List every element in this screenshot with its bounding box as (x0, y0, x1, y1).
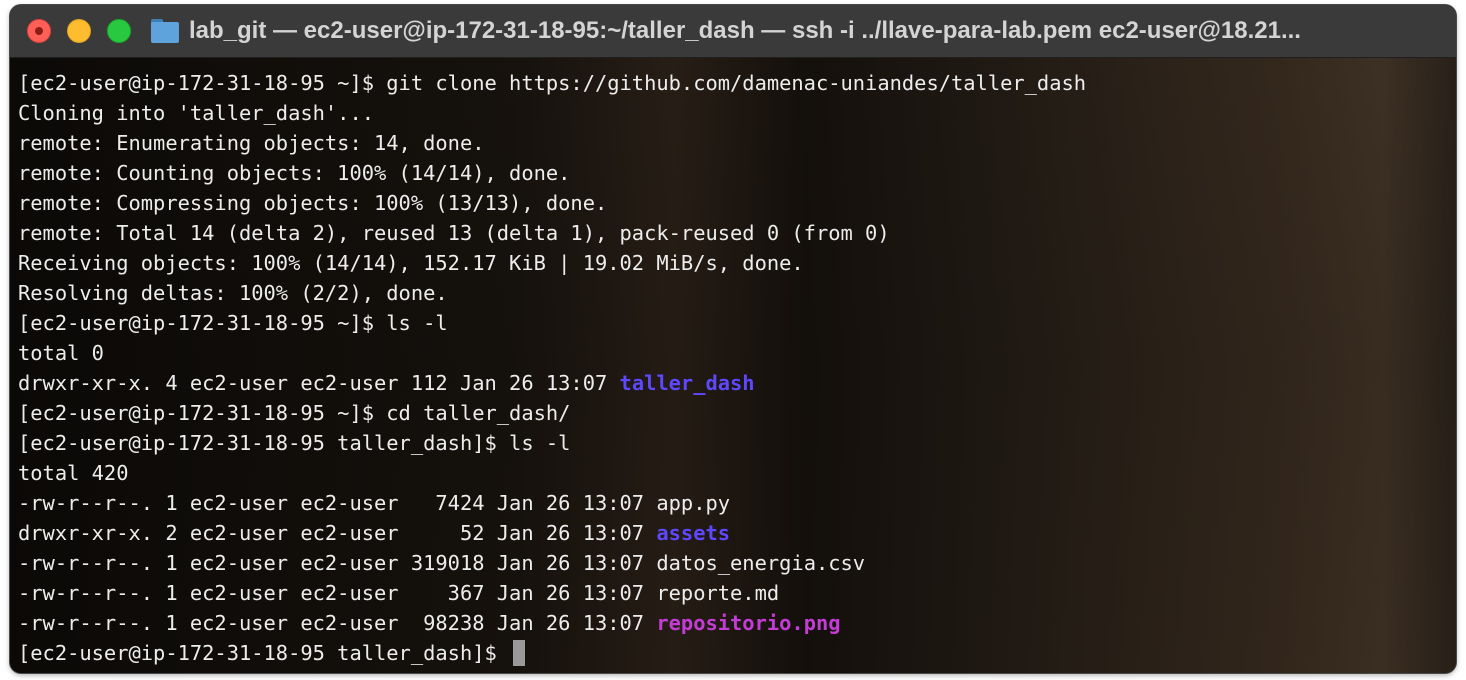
terminal-line: drwxr-xr-x. 4 ec2-user ec2-user 112 Jan … (18, 368, 1086, 398)
file-name: datos_energia.csv (656, 551, 866, 575)
terminal-line: -rw-r--r--. 1 ec2-user ec2-user 319018 J… (18, 548, 1086, 578)
terminal-output-area[interactable]: [ec2-user@ip-172-31-18-95 ~]$ git clone … (10, 58, 1456, 673)
close-button[interactable] (27, 19, 51, 43)
folder-icon (151, 19, 179, 43)
terminal-lines: [ec2-user@ip-172-31-18-95 ~]$ git clone … (18, 68, 1086, 668)
file-listing-details: drwxr-xr-x. 4 ec2-user ec2-user 112 Jan … (18, 371, 620, 395)
terminal-line: remote: Compressing objects: 100% (13/13… (18, 191, 608, 215)
file-name: app.py (656, 491, 731, 515)
file-listing-details: -rw-r--r--. 1 ec2-user ec2-user 98238 Ja… (18, 611, 657, 635)
maximize-button[interactable] (107, 19, 131, 43)
terminal-line: remote: Counting objects: 100% (14/14), … (18, 161, 571, 185)
window-title: lab_git — ec2-user@ip-172-31-18-95:~/tal… (189, 17, 1301, 44)
terminal-line: remote: Total 14 (delta 2), reused 13 (d… (18, 221, 890, 245)
terminal-window: lab_git — ec2-user@ip-172-31-18-95:~/tal… (10, 5, 1456, 673)
file-listing-details: -rw-r--r--. 1 ec2-user ec2-user 7424 Jan… (18, 491, 657, 515)
terminal-line: [ec2-user@ip-172-31-18-95 taller_dash]$ … (18, 431, 571, 455)
terminal-line: [ec2-user@ip-172-31-18-95 ~]$ cd taller_… (18, 401, 571, 425)
title-bar[interactable]: lab_git — ec2-user@ip-172-31-18-95:~/tal… (10, 5, 1456, 58)
terminal-line: [ec2-user@ip-172-31-18-95 ~]$ ls -l (18, 311, 448, 335)
terminal-line: Cloning into 'taller_dash'... (18, 101, 375, 125)
prompt-line[interactable]: [ec2-user@ip-172-31-18-95 taller_dash]$ (18, 638, 1086, 668)
file-name: reporte.md (656, 581, 780, 605)
terminal-line: [ec2-user@ip-172-31-18-95 ~]$ git clone … (18, 71, 1087, 95)
terminal-line: total 0 (18, 341, 104, 365)
window-controls (27, 19, 131, 43)
file-listing-details: -rw-r--r--. 1 ec2-user ec2-user 319018 J… (18, 551, 657, 575)
terminal-line: -rw-r--r--. 1 ec2-user ec2-user 98238 Ja… (18, 608, 1086, 638)
file-listing-details: -rw-r--r--. 1 ec2-user ec2-user 367 Jan … (18, 581, 657, 605)
directory-name: taller_dash (619, 371, 755, 395)
image-file-name: repositorio.png (656, 611, 841, 635)
terminal-line: remote: Enumerating objects: 14, done. (18, 131, 485, 155)
shell-prompt: [ec2-user@ip-172-31-18-95 taller_dash]$ (18, 641, 510, 665)
minimize-button[interactable] (67, 19, 91, 43)
terminal-line: Receiving objects: 100% (14/14), 152.17 … (18, 251, 804, 275)
terminal-line: -rw-r--r--. 1 ec2-user ec2-user 7424 Jan… (18, 488, 1086, 518)
terminal-line: total 420 (18, 461, 129, 485)
text-cursor (513, 640, 526, 666)
file-listing-details: drwxr-xr-x. 2 ec2-user ec2-user 52 Jan 2… (18, 521, 657, 545)
directory-name: assets (656, 521, 731, 545)
terminal-line: -rw-r--r--. 1 ec2-user ec2-user 367 Jan … (18, 578, 1086, 608)
terminal-line: Resolving deltas: 100% (2/2), done. (18, 281, 448, 305)
terminal-line: drwxr-xr-x. 2 ec2-user ec2-user 52 Jan 2… (18, 518, 1086, 548)
